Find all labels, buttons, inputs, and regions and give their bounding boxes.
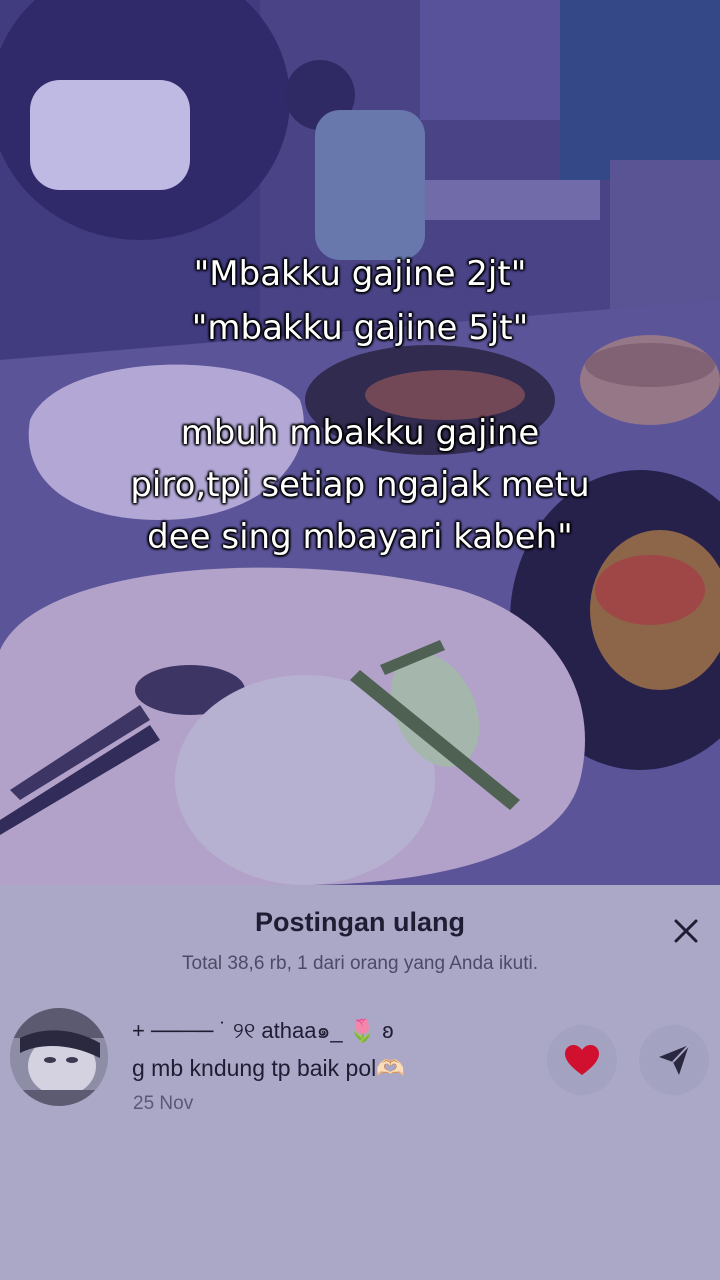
sheet-title: Postingan ulang bbox=[254, 907, 465, 937]
video-caption-line-2: "mbakku gajine 5jt" bbox=[191, 308, 529, 348]
repost-sheet: Postingan ulang Total 38,6 rb, 1 dari or… bbox=[0, 885, 720, 1280]
video-frame[interactable]: "Mbakku gajine 2jt" "mbakku gajine 5jt" … bbox=[0, 0, 720, 885]
sheet-subtitle: Total 38,6 rb, 1 dari orang yang Anda ik… bbox=[182, 953, 538, 974]
repost-username[interactable]: + ──── ˙ ୨୧ athaa๑_ 🌷 ʚ bbox=[132, 1013, 393, 1048]
like-button[interactable] bbox=[547, 1025, 617, 1095]
send-button[interactable] bbox=[639, 1025, 709, 1095]
screen: "Mbakku gajine 2jt" "mbakku gajine 5jt" … bbox=[0, 0, 720, 1280]
close-icon bbox=[674, 919, 698, 943]
repost-date: 25 Nov bbox=[133, 1093, 194, 1114]
repost-comment: g mb kndung tp baik pol🫶🏻 bbox=[132, 1055, 405, 1081]
heart-icon bbox=[565, 1045, 599, 1075]
avatar-photo bbox=[10, 1008, 108, 1106]
video-caption-line-3: mbuh mbakku gajine bbox=[180, 413, 540, 453]
video-caption-line-1: "Mbakku gajine 2jt" bbox=[193, 254, 527, 294]
avatar[interactable] bbox=[10, 1008, 108, 1106]
video-caption-line-4: piro,tpi setiap ngajak metu bbox=[130, 465, 590, 505]
video-caption-line-5: dee sing mbayari kabeh" bbox=[147, 517, 573, 557]
send-icon bbox=[659, 1044, 690, 1075]
close-button[interactable] bbox=[670, 915, 702, 947]
repost-list-item[interactable]: + ──── ˙ ୨୧ athaa๑_ 🌷 ʚ g mb kndung tp b… bbox=[0, 1005, 720, 1115]
